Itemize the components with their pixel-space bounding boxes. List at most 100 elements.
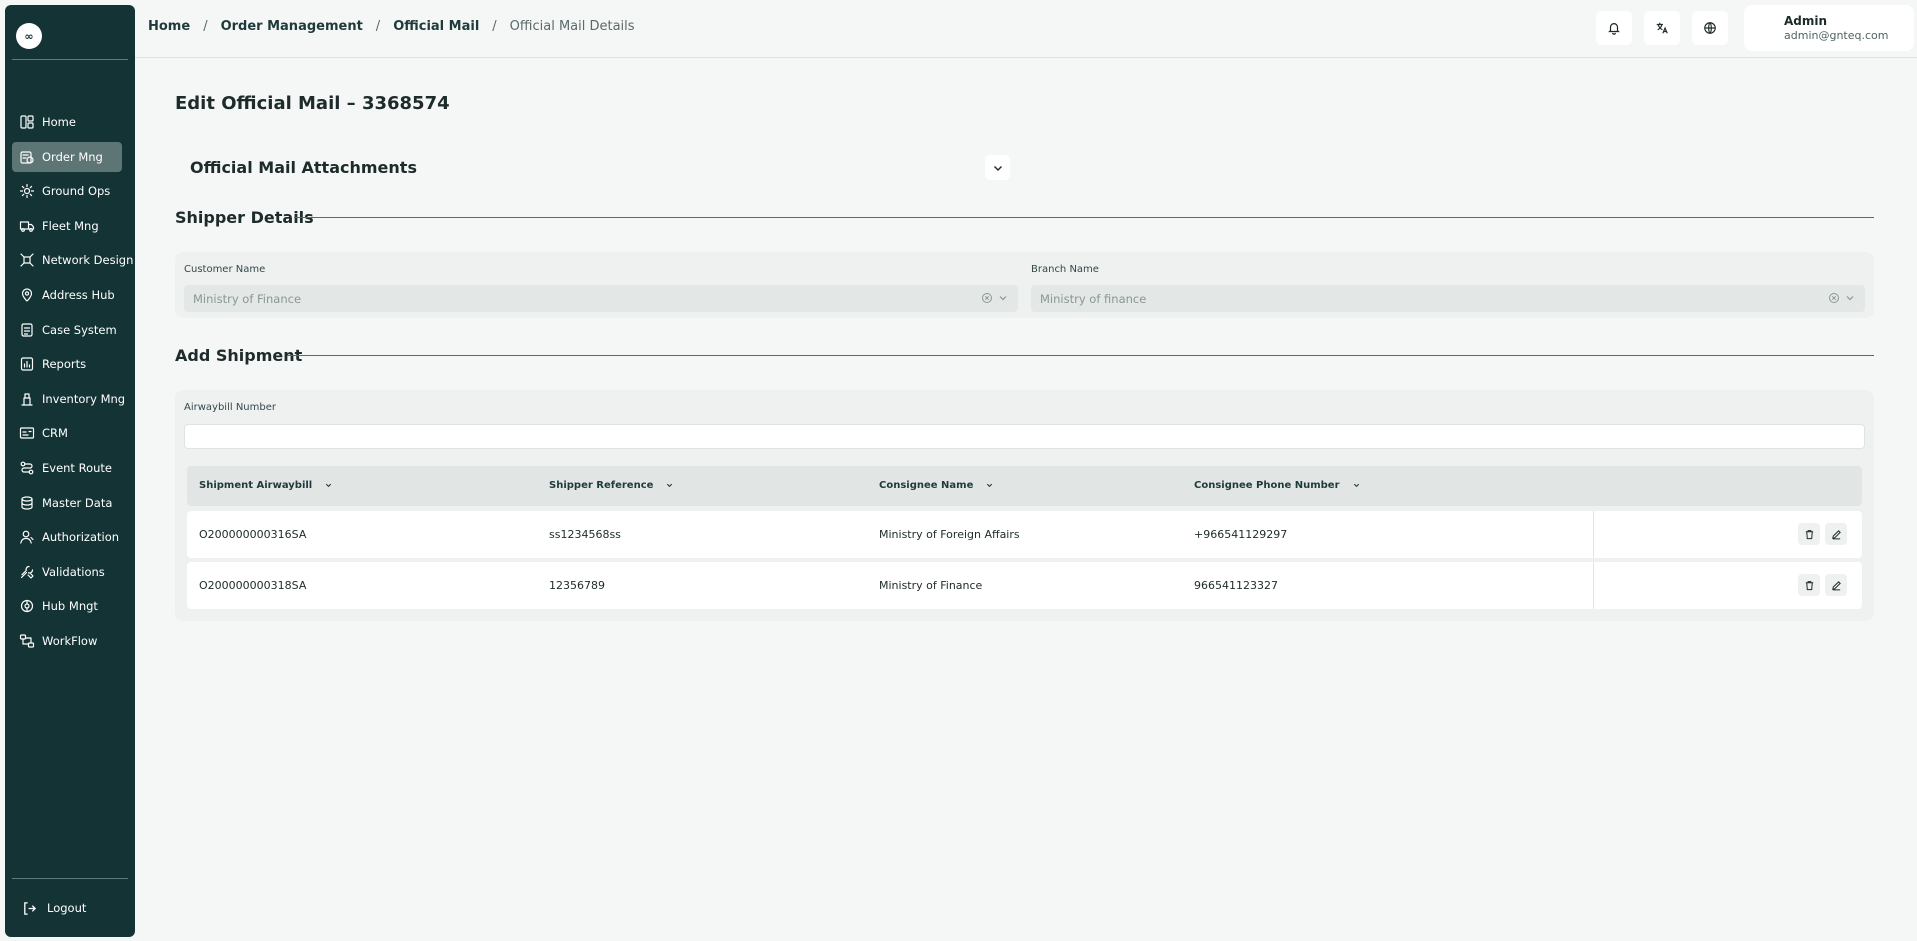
chevron-down-icon xyxy=(993,165,1002,171)
sidebar-item-label: Event Route xyxy=(42,460,112,475)
awb-label: Airwaybill Number xyxy=(184,402,276,413)
shipper-details-title: Shipper Details xyxy=(175,208,314,227)
row-divider xyxy=(1593,511,1594,558)
clear-icon[interactable] xyxy=(981,292,993,304)
logout-button[interactable]: Logout xyxy=(12,893,122,923)
sidebar-item-address-hub[interactable]: Address Hub xyxy=(12,280,122,310)
sidebar-item-validations[interactable]: Validations xyxy=(12,557,122,587)
breadcrumb-home[interactable]: Home xyxy=(148,19,190,34)
column-header-label: Consignee Name xyxy=(879,480,974,491)
ground-icon xyxy=(19,184,35,199)
chevron-down-icon xyxy=(667,483,673,488)
bell-icon xyxy=(1608,23,1620,35)
cell-consignee-name: Ministry of Finance xyxy=(879,579,983,592)
sidebar-item-inventory-mng[interactable]: Inventory Mng xyxy=(12,384,126,414)
column-header-consignee-name[interactable]: Consignee Name xyxy=(879,480,994,491)
cell-airwaybill: O200000000318SA xyxy=(199,579,307,592)
sidebar-item-workflow[interactable]: WorkFlow xyxy=(12,626,122,656)
sidebar-divider xyxy=(12,59,128,60)
sidebar-item-master-data[interactable]: Master Data xyxy=(12,488,122,518)
truck-icon xyxy=(19,221,35,232)
shipper-details-panel: Customer Name Ministry of Finance Branch… xyxy=(175,252,1874,318)
top-header: Home / Order Management / Official Mail … xyxy=(135,0,1917,58)
globe-icon xyxy=(1704,22,1716,34)
chevron-down-icon[interactable] xyxy=(997,292,1009,304)
logout-label: Logout xyxy=(47,901,87,915)
sidebar-item-label: Validations xyxy=(42,564,105,579)
chevron-down-icon xyxy=(1353,483,1359,488)
sidebar-item-label: Case System xyxy=(42,322,117,337)
attachments-toggle[interactable] xyxy=(985,155,1010,180)
hub-icon xyxy=(20,600,34,613)
add-shipment-panel: Airwaybill Number Shipment Airwaybill Sh… xyxy=(175,390,1874,621)
chevron-down-icon xyxy=(987,483,993,488)
branch-name-select[interactable]: Ministry of finance xyxy=(1031,285,1865,312)
network-icon xyxy=(20,253,34,267)
awb-input[interactable] xyxy=(184,424,1865,449)
sidebar-item-network-design[interactable]: Network Design xyxy=(12,245,133,275)
sidebar-item-ground-ops[interactable]: Ground Ops xyxy=(12,176,122,206)
pencil-icon xyxy=(1831,580,1841,590)
sidebar-item-label: Home xyxy=(42,115,76,129)
sidebar-item-case-system[interactable]: Case System xyxy=(12,315,122,345)
sidebar-item-label: Inventory Mng xyxy=(42,391,126,406)
pencil-icon xyxy=(1831,529,1841,539)
workflow-icon xyxy=(19,634,35,648)
sidebar-item-fleet-mng[interactable]: Fleet Mng xyxy=(12,211,122,241)
user-email: admin@gnteq.com xyxy=(1784,29,1889,42)
column-header-label: Shipper Reference xyxy=(549,480,654,491)
cell-shipper-reference: 12356789 xyxy=(549,579,605,592)
branch-name-value: Ministry of finance xyxy=(1040,291,1147,306)
chevron-down-icon[interactable] xyxy=(1844,292,1856,304)
tools-icon xyxy=(20,565,34,579)
delete-button[interactable] xyxy=(1798,574,1820,596)
sidebar-item-label: Order Mng xyxy=(42,149,103,164)
sidebar-item-event-route[interactable]: Event Route xyxy=(12,453,122,483)
breadcrumb-separator: / xyxy=(492,19,497,34)
inventory-icon xyxy=(21,393,33,406)
customer-name-select[interactable]: Ministry of Finance xyxy=(184,285,1018,312)
edit-button[interactable] xyxy=(1825,523,1847,545)
user-profile[interactable]: Admin admin@gnteq.com xyxy=(1744,5,1914,51)
column-header-label: Shipment Airwaybill xyxy=(199,480,313,491)
customer-name-label: Customer Name xyxy=(184,264,266,275)
attachments-title[interactable]: Official Mail Attachments xyxy=(190,158,417,177)
language-button[interactable] xyxy=(1692,11,1728,45)
table-row: O200000000316SA ss1234568ss Ministry of … xyxy=(187,511,1862,558)
sidebar-item-reports[interactable]: Reports xyxy=(12,349,122,379)
column-header-shipper-reference[interactable]: Shipper Reference xyxy=(549,480,674,491)
cell-airwaybill: O200000000316SA xyxy=(199,528,307,541)
trash-icon xyxy=(1805,529,1813,539)
logo-icon[interactable]: ∞ xyxy=(16,23,42,49)
layout-icon xyxy=(20,115,34,129)
crm-icon xyxy=(19,427,35,439)
sidebar-item-label: Authorization xyxy=(42,530,120,545)
page-title: Edit Official Mail – 3368574 xyxy=(175,93,450,114)
sidebar-item-order-mng[interactable]: Order Mng xyxy=(12,141,122,172)
report-icon xyxy=(20,357,34,371)
clear-icon[interactable] xyxy=(1828,292,1840,304)
delete-button[interactable] xyxy=(1798,523,1820,545)
sidebar-item-crm[interactable]: CRM xyxy=(12,418,122,448)
column-header-airwaybill[interactable]: Shipment Airwaybill xyxy=(199,480,333,491)
translate-button[interactable] xyxy=(1644,11,1680,45)
column-header-consignee-phone[interactable]: Consignee Phone Number xyxy=(1194,480,1361,491)
cell-consignee-name: Ministry of Foreign Affairs xyxy=(879,528,1020,541)
breadcrumb-official-mail[interactable]: Official Mail xyxy=(393,19,479,34)
sidebar-item-hub-mngt[interactable]: Hub Mngt xyxy=(12,591,122,621)
case-icon xyxy=(21,322,33,337)
sidebar-item-label: Ground Ops xyxy=(42,184,111,199)
sidebar-item-authorization[interactable]: Authorization xyxy=(12,522,122,552)
sidebar-item-home[interactable]: Home xyxy=(12,107,122,137)
breadcrumb-separator: / xyxy=(375,19,381,34)
column-header-label: Consignee Phone Number xyxy=(1194,480,1340,491)
sidebar-item-label: Master Data xyxy=(42,495,113,510)
breadcrumb-order-management[interactable]: Order Management xyxy=(221,19,363,34)
edit-button[interactable] xyxy=(1825,574,1847,596)
add-shipment-title: Add Shipment xyxy=(175,346,303,365)
sidebar-nav: Home Order Mng Ground Ops Fleet Mng Network … xyxy=(12,107,133,661)
sidebar-item-label: CRM xyxy=(42,426,68,441)
notifications-button[interactable] xyxy=(1596,11,1632,45)
section-divider xyxy=(287,355,1874,356)
branch-name-label: Branch Name xyxy=(1031,264,1099,275)
